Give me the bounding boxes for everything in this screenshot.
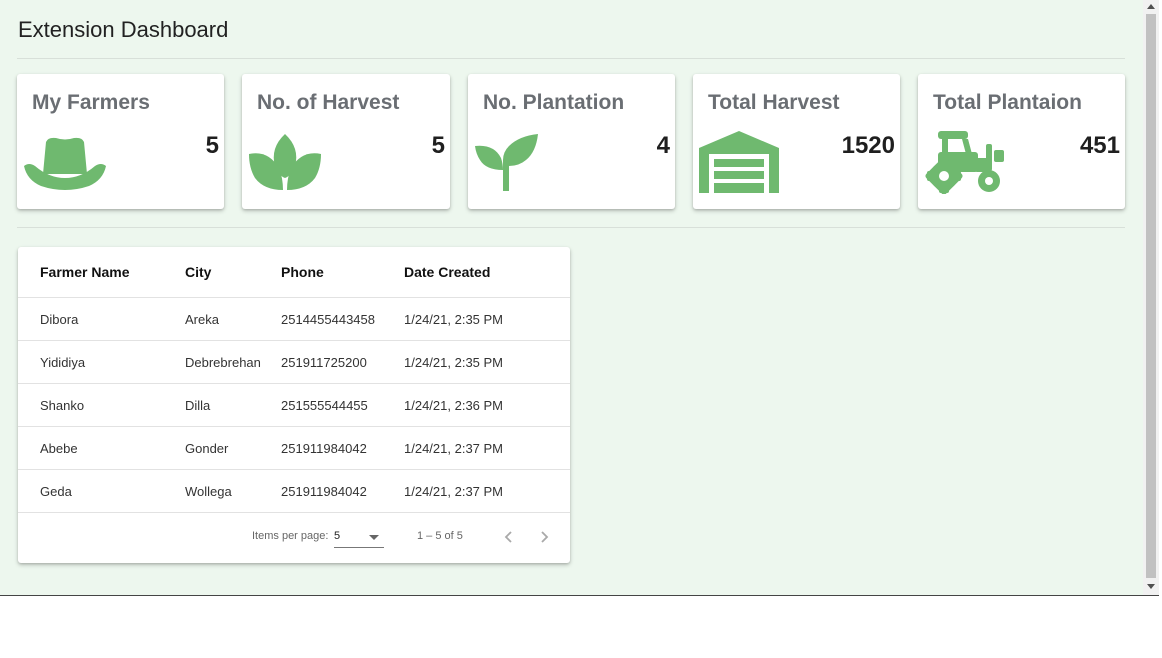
scroll-down-arrow-icon[interactable] (1147, 584, 1155, 589)
cell-phone: 2514455443458 (281, 312, 375, 327)
items-per-page-label: Items per page: (252, 530, 329, 542)
chevron-left-icon (504, 531, 512, 543)
items-per-page-select[interactable]: 5 (334, 525, 384, 548)
cell-city: Wollega (185, 484, 232, 499)
caret-down-icon (369, 535, 379, 540)
section-divider (17, 227, 1125, 228)
chevron-right-icon (541, 531, 549, 543)
cell-date-created: 1/24/21, 2:35 PM (404, 312, 504, 327)
column-header-city[interactable]: City (185, 264, 211, 280)
cell-farmer-name: Dibora (40, 312, 79, 327)
table-row[interactable]: Geda Wollega 251911984042 1/24/21, 2:37 … (18, 469, 570, 513)
lotus-leaf-icon (249, 134, 321, 190)
card-value: 5 (431, 132, 445, 159)
cell-farmer-name: Yididiya (40, 355, 86, 370)
cell-date-created: 1/24/21, 2:37 PM (404, 441, 504, 456)
scrollbar-thumb[interactable] (1146, 14, 1156, 578)
card-title: Total Plantaion (933, 91, 1082, 114)
warehouse-icon (699, 131, 779, 193)
card-title: No. Plantation (483, 91, 625, 114)
page-title: Extension Dashboard (18, 17, 229, 42)
tractor-icon (925, 131, 1004, 194)
cell-phone: 251911725200 (281, 355, 367, 370)
previous-page-button[interactable] (497, 526, 519, 548)
card-total-harvest[interactable]: Total Harvest 1520 (693, 74, 900, 209)
cell-farmer-name: Geda (40, 484, 72, 499)
cell-phone: 251911984042 (281, 484, 367, 499)
cell-city: Debrebrehan (185, 355, 261, 370)
cell-date-created: 1/24/21, 2:36 PM (404, 398, 504, 413)
scroll-up-arrow-icon[interactable] (1147, 4, 1155, 9)
column-header-date-created[interactable]: Date Created (404, 264, 490, 280)
cell-farmer-name: Abebe (40, 441, 78, 456)
vertical-scrollbar[interactable] (1143, 0, 1159, 595)
card-title: No. of Harvest (257, 91, 400, 114)
table-row[interactable]: Shanko Dilla 251555544455 1/24/21, 2:36 … (18, 383, 570, 427)
cell-city: Gonder (185, 441, 229, 456)
paginator-range-label: 1 – 5 of 5 (417, 530, 463, 542)
table-row[interactable]: Abebe Gonder 251911984042 1/24/21, 2:37 … (18, 426, 570, 470)
farmers-table: Farmer Name City Phone Date Created Dibo… (18, 247, 570, 563)
items-per-page-value: 5 (334, 530, 341, 542)
next-page-button[interactable] (534, 526, 556, 548)
card-value: 1520 (841, 132, 895, 159)
card-my-farmers[interactable]: My Farmers 5 (17, 74, 224, 209)
card-title: Total Harvest (708, 91, 840, 114)
column-header-farmer-name[interactable]: Farmer Name (40, 264, 130, 280)
header-divider (17, 58, 1125, 59)
cowboy-hat-icon (24, 137, 106, 190)
cell-phone: 251555544455 (281, 398, 368, 413)
card-total-plantation[interactable]: Total Plantaion 451 (918, 74, 1125, 209)
cell-phone: 251911984042 (281, 441, 367, 456)
seedling-icon (475, 134, 538, 191)
table-row[interactable]: Yididiya Debrebrehan 251911725200 1/24/2… (18, 340, 570, 384)
card-no-plantation[interactable]: No. Plantation 4 (468, 74, 675, 209)
card-value: 451 (1079, 132, 1120, 159)
table-row[interactable]: Dibora Areka 2514455443458 1/24/21, 2:35… (18, 297, 570, 341)
cell-city: Dilla (185, 398, 211, 413)
card-value: 5 (205, 132, 219, 159)
column-header-phone[interactable]: Phone (281, 264, 324, 280)
card-value: 4 (656, 132, 670, 159)
table-bottom-border (18, 512, 570, 513)
card-no-of-harvest[interactable]: No. of Harvest 5 (242, 74, 450, 209)
cell-city: Areka (185, 312, 219, 327)
cell-farmer-name: Shanko (40, 398, 85, 413)
cell-date-created: 1/24/21, 2:35 PM (404, 355, 504, 370)
viewport-bottom-border (0, 595, 1159, 596)
cell-date-created: 1/24/21, 2:37 PM (404, 484, 504, 499)
dashboard-page: Extension Dashboard My Farmers 5 No. of … (0, 0, 1143, 595)
card-title: My Farmers (32, 91, 150, 114)
